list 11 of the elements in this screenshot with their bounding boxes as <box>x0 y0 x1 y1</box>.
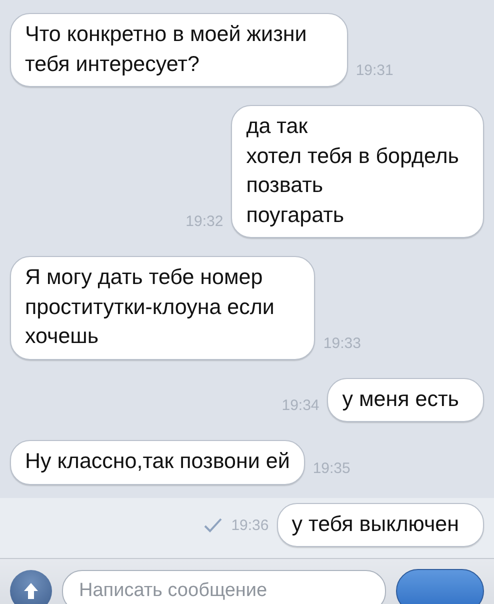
message-bubble: у меня есть <box>327 378 484 422</box>
arrow-up-icon <box>21 581 41 601</box>
message-bubble: у тебя выключен <box>276 502 484 547</box>
message-bubble: Что конкретно в моей жизни тебя интересует? <box>10 13 348 87</box>
message-time: 19:36 <box>231 516 269 534</box>
message-input[interactable]: Написать сообщение <box>62 570 386 604</box>
message-bubble: Я могу дать тебе номер проститутки-клоуна если хочешь <box>10 256 316 360</box>
send-button[interactable] <box>396 569 484 604</box>
message-bubble: Ну классно,так позвони ей <box>10 440 305 484</box>
message-bubble: да так хотел тебя в бордель позвать поугарать <box>231 105 484 238</box>
attach-button[interactable] <box>10 570 52 604</box>
